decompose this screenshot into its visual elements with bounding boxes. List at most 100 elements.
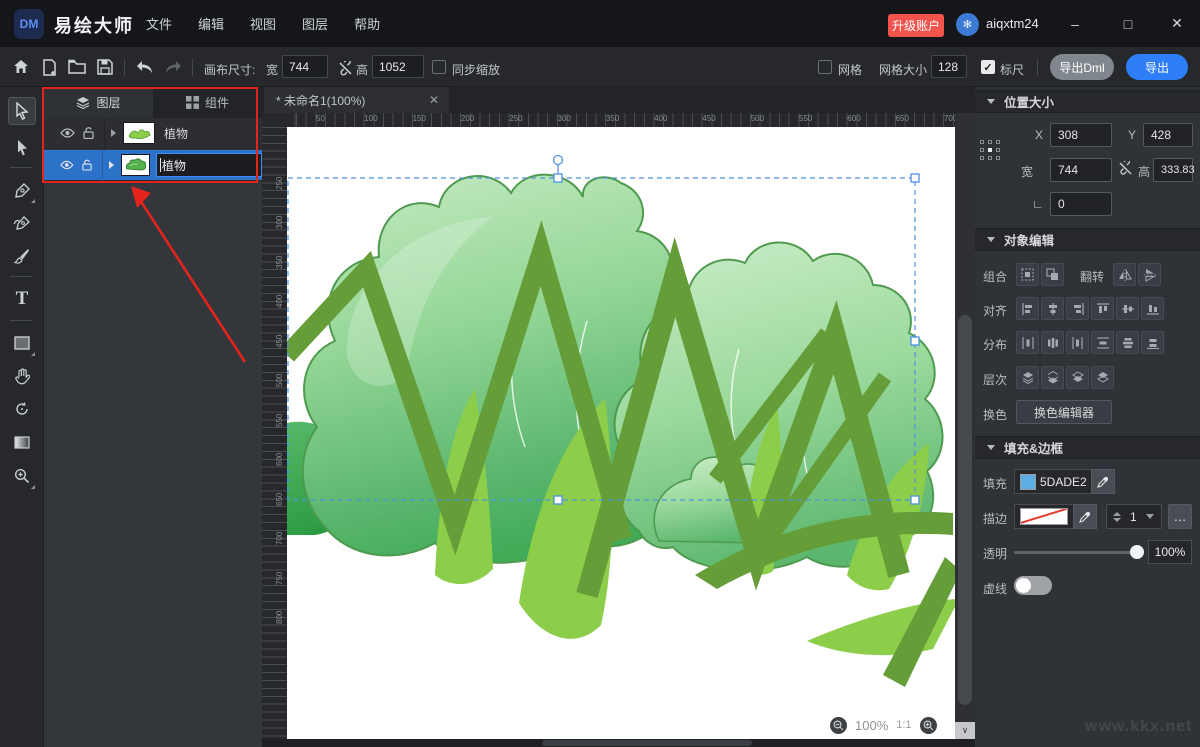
- dashed-line-toggle[interactable]: [1014, 576, 1052, 595]
- grid-checkbox[interactable]: [818, 60, 832, 74]
- lock-open-icon[interactable]: [83, 127, 94, 139]
- rotation-handle[interactable]: [554, 156, 563, 165]
- group-button[interactable]: [1016, 263, 1039, 286]
- save-icon[interactable]: [94, 56, 116, 78]
- angle-input[interactable]: 0: [1050, 192, 1112, 216]
- user-avatar[interactable]: ✻: [956, 13, 979, 36]
- section-object-header[interactable]: 对象编辑: [975, 228, 1200, 251]
- opacity-slider[interactable]: [1014, 551, 1142, 554]
- scrollbar-thumb[interactable]: [958, 315, 972, 705]
- visibility-icon[interactable]: [60, 128, 75, 138]
- fill-color-chip[interactable]: 5DADE2: [1014, 469, 1092, 494]
- brush-tool[interactable]: [8, 242, 36, 270]
- menu-file[interactable]: 文件: [146, 14, 172, 33]
- expand-arrow-icon[interactable]: [111, 129, 116, 137]
- rotate-tool[interactable]: [8, 395, 36, 423]
- export-dml-button[interactable]: 导出Dml: [1050, 54, 1114, 80]
- zoom-in-button[interactable]: [920, 717, 937, 734]
- y-input[interactable]: 428: [1143, 123, 1193, 147]
- tab-close-icon[interactable]: ✕: [429, 93, 439, 107]
- align-left-button[interactable]: [1016, 297, 1039, 320]
- recolor-editor-button[interactable]: 换色编辑器: [1016, 400, 1112, 424]
- section-position-header[interactable]: 位置大小: [975, 90, 1200, 113]
- close-button[interactable]: ✕: [1154, 0, 1200, 47]
- align-top-button[interactable]: [1091, 297, 1114, 320]
- curvature-pen-tool[interactable]: [8, 209, 36, 237]
- grid-size-input[interactable]: 128: [931, 55, 967, 78]
- menu-edit[interactable]: 编辑: [198, 14, 224, 33]
- home-icon[interactable]: [10, 56, 32, 78]
- select-tool[interactable]: [8, 97, 36, 125]
- send-backward-button[interactable]: [1091, 366, 1114, 389]
- upgrade-account-button[interactable]: 升级账户: [888, 14, 944, 37]
- zoom-ratio[interactable]: 1:1: [896, 719, 911, 731]
- stroke-more-button[interactable]: …: [1168, 504, 1192, 529]
- menu-layer[interactable]: 图层: [302, 14, 328, 33]
- distribute-right-button[interactable]: [1066, 331, 1089, 354]
- width-input[interactable]: 744: [1050, 158, 1112, 182]
- stroke-color-chip[interactable]: [1014, 504, 1074, 529]
- stroke-width-stepper[interactable]: 1: [1106, 504, 1162, 529]
- send-to-back-button[interactable]: [1041, 366, 1064, 389]
- align-right-button[interactable]: [1066, 297, 1089, 320]
- bring-forward-button[interactable]: [1066, 366, 1089, 389]
- canvas-width-input[interactable]: 744: [282, 55, 328, 78]
- document-tab[interactable]: * 未命名1(100%) ✕: [264, 87, 449, 113]
- stepper-arrows[interactable]: [1113, 512, 1121, 522]
- x-input[interactable]: 308: [1050, 123, 1112, 147]
- zoom-out-button[interactable]: [830, 717, 847, 734]
- layer-row[interactable]: 植物: [44, 118, 262, 149]
- ruler-checkbox[interactable]: ✓: [981, 60, 995, 74]
- scrollbar-down-button[interactable]: ∨: [955, 722, 975, 739]
- text-tool[interactable]: T: [8, 285, 36, 313]
- new-file-icon[interactable]: [38, 56, 60, 78]
- ungroup-button[interactable]: [1041, 263, 1064, 286]
- username[interactable]: aiqxtm24: [986, 16, 1039, 31]
- scrollbar-thumb[interactable]: [542, 740, 752, 746]
- section-fill-header[interactable]: 填充&边框: [975, 436, 1200, 459]
- undo-icon[interactable]: [134, 56, 156, 78]
- tab-components[interactable]: 组件: [153, 87, 262, 118]
- distribute-bottom-button[interactable]: [1141, 331, 1164, 354]
- rectangle-tool[interactable]: [8, 329, 36, 357]
- visibility-icon[interactable]: [60, 160, 74, 170]
- layer-name-edit-field[interactable]: 植物: [156, 153, 262, 177]
- distribute-top-button[interactable]: [1091, 331, 1114, 354]
- minimize-button[interactable]: –: [1052, 0, 1098, 47]
- distribute-left-button[interactable]: [1016, 331, 1039, 354]
- export-button[interactable]: 导出: [1126, 54, 1188, 80]
- pen-tool[interactable]: [8, 176, 36, 204]
- layer-row-selected[interactable]: 植物: [44, 150, 262, 181]
- slider-knob[interactable]: [1130, 545, 1144, 559]
- redo-icon[interactable]: [162, 56, 184, 78]
- direct-select-tool[interactable]: [8, 133, 36, 161]
- canvas-page[interactable]: [287, 127, 955, 739]
- fill-eyedropper-button[interactable]: [1091, 469, 1115, 494]
- flip-vertical-button[interactable]: [1138, 263, 1161, 286]
- hand-tool[interactable]: [8, 362, 36, 390]
- gradient-tool[interactable]: [8, 428, 36, 456]
- zoom-tool[interactable]: [8, 462, 36, 490]
- align-bottom-button[interactable]: [1141, 297, 1164, 320]
- maximize-button[interactable]: □: [1105, 0, 1151, 47]
- anchor-point-grid[interactable]: [980, 140, 1001, 161]
- menu-help[interactable]: 帮助: [354, 14, 380, 33]
- lock-open-icon[interactable]: [82, 159, 92, 171]
- height-input[interactable]: 333.83: [1153, 158, 1193, 182]
- align-middle-v-button[interactable]: [1116, 297, 1139, 320]
- vertical-scrollbar[interactable]: [955, 113, 975, 739]
- bring-to-front-button[interactable]: [1016, 366, 1039, 389]
- unlink-icon[interactable]: [334, 57, 356, 79]
- stroke-eyedropper-button[interactable]: [1073, 504, 1097, 529]
- unlink-icon[interactable]: [1118, 161, 1133, 176]
- open-folder-icon[interactable]: [66, 56, 88, 78]
- align-center-h-button[interactable]: [1041, 297, 1064, 320]
- flip-horizontal-button[interactable]: [1113, 263, 1136, 286]
- expand-arrow-icon[interactable]: [109, 161, 114, 169]
- distribute-middle-v-button[interactable]: [1116, 331, 1139, 354]
- canvas-height-input[interactable]: 1052: [372, 55, 424, 78]
- layer-name[interactable]: 植物: [164, 125, 188, 142]
- sync-scale-checkbox[interactable]: [432, 60, 446, 74]
- chevron-down-icon[interactable]: [1146, 514, 1154, 519]
- horizontal-scrollbar[interactable]: [262, 739, 975, 747]
